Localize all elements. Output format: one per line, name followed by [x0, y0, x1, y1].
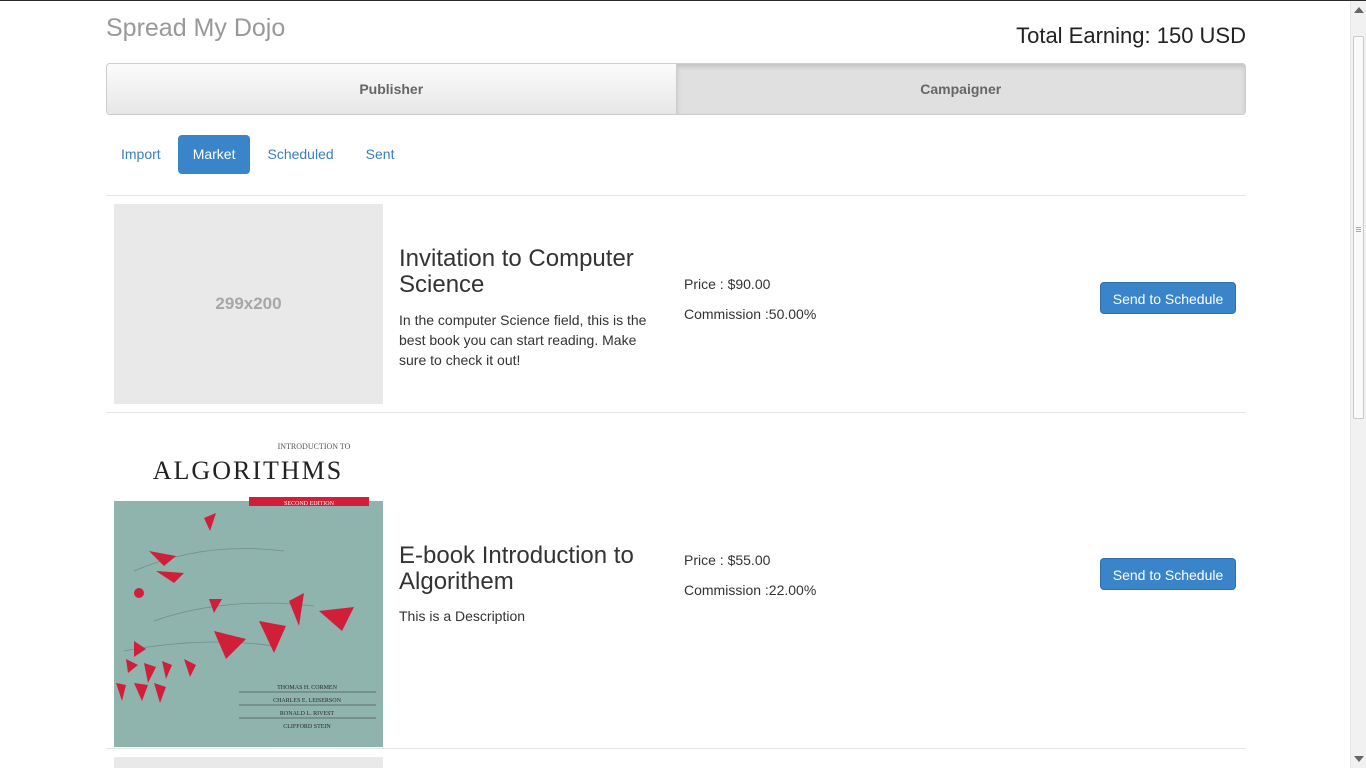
product-description: In the computer Science field, this is t… — [399, 312, 647, 368]
tab-market[interactable]: Market — [177, 135, 251, 174]
algorithms-book-cover: INTRODUCTION TO ALGORITHMS SECOND EDITIO… — [114, 421, 383, 747]
cover-edition: SECOND EDITION — [284, 501, 334, 507]
tab-sent[interactable]: Sent — [351, 135, 410, 174]
product-price: Price : $90.00 — [684, 276, 771, 292]
product-description: This is a Description — [399, 608, 526, 624]
grip-icon — [1356, 227, 1361, 228]
tab-scheduled[interactable]: Scheduled — [252, 135, 348, 174]
cover-author: RONALD L. RIVEST — [280, 711, 334, 717]
tab-import[interactable]: Import — [106, 135, 176, 174]
scroll-down-arrow-icon[interactable] — [1354, 756, 1364, 762]
product-commission: Commission :50.00% — [684, 306, 817, 322]
scrollbar-thumb[interactable] — [1353, 36, 1364, 419]
product-title: E-book Introduction to Algorithem — [399, 542, 634, 595]
cover-author: CLIFFORD STEIN — [283, 724, 331, 730]
send-to-schedule-button[interactable]: Send to Schedule — [1100, 282, 1236, 314]
cover-top-line: INTRODUCTION TO — [278, 442, 351, 451]
market-nav: Import Market Scheduled Sent — [106, 135, 411, 174]
cover-main-title: ALGORITHMS — [153, 456, 343, 485]
product-title: Invitation to Computer Science — [399, 245, 634, 298]
publisher-button[interactable]: Publisher — [107, 64, 676, 114]
product-commission: Commission :22.00% — [684, 582, 817, 598]
product-row: INTRODUCTION TO ALGORITHMS SECOND EDITIO… — [106, 413, 1246, 748]
campaigner-button[interactable]: Campaigner — [675, 64, 1245, 114]
cover-author: THOMAS H. CORMEN — [277, 685, 338, 691]
product-image-placeholder: 299x200 — [114, 204, 383, 404]
product-image-placeholder — [114, 757, 383, 768]
divider — [106, 748, 1246, 749]
send-to-schedule-button[interactable]: Send to Schedule — [1100, 558, 1236, 590]
product-row: 299x200 Invitation to Computer Science I… — [106, 196, 1246, 412]
product-cover-image: INTRODUCTION TO ALGORITHMS SECOND EDITIO… — [114, 421, 383, 747]
vertical-scrollbar[interactable] — [1350, 1, 1366, 768]
product-price: Price : $55.00 — [684, 552, 771, 568]
scroll-up-arrow-icon[interactable] — [1354, 7, 1364, 13]
page: Spread My Dojo Total Earning: 150 USD Pu… — [0, 0, 1350, 768]
brand-title[interactable]: Spread My Dojo — [106, 14, 285, 43]
total-earning: Total Earning: 150 USD — [1016, 23, 1246, 48]
cover-author: CHARLES E. LEISERSON — [273, 698, 342, 704]
role-toggle: Publisher Campaigner — [106, 63, 1246, 115]
placeholder-size-label: 299x200 — [215, 294, 282, 313]
